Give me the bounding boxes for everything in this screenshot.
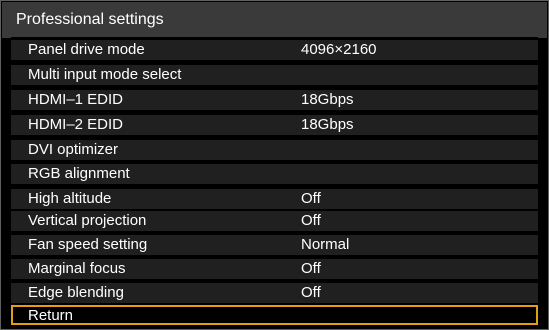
menu-item-rgb-alignment[interactable]: RGB alignment	[11, 164, 538, 184]
menu-item-label: RGB alignment	[28, 165, 130, 182]
menu-item-edge-blending[interactable]: Edge blending Off	[11, 283, 538, 303]
menu-item-fan-speed-setting[interactable]: Fan speed setting Normal	[11, 235, 538, 255]
menu-item-panel-drive-mode[interactable]: Panel drive mode 4096×2160	[11, 40, 538, 60]
menu-item-vertical-projection[interactable]: Vertical projection Off	[11, 211, 538, 231]
menu-item-value: Off	[301, 190, 321, 207]
menu-item-label: High altitude	[28, 190, 112, 207]
menu-item-value: 18Gbps	[301, 91, 354, 108]
menu-item-hdmi-1-edid[interactable]: HDMI–1 EDID 18Gbps	[11, 90, 538, 110]
menu-item-hdmi-2-edid[interactable]: HDMI–2 EDID 18Gbps	[11, 115, 538, 135]
menu-item-label: Marginal focus	[28, 260, 126, 277]
menu-item-label: Vertical projection	[28, 212, 147, 229]
menu-item-high-altitude[interactable]: High altitude Off	[11, 189, 538, 209]
menu-item-value: Normal	[301, 236, 350, 253]
menu-item-value: Off	[301, 212, 321, 229]
menu-item-value: Off	[301, 260, 321, 277]
menu-item-label: Fan speed setting	[28, 236, 148, 253]
return-label: Return	[28, 307, 74, 324]
menu-item-marginal-focus[interactable]: Marginal focus Off	[11, 259, 538, 279]
menu-item-label: Multi input mode select	[28, 66, 182, 83]
menu-title: Professional settings	[2, 2, 547, 38]
menu-item-value: 4096×2160	[301, 41, 377, 58]
menu-item-value: Off	[301, 284, 321, 301]
menu-item-label: Panel drive mode	[28, 41, 145, 58]
menu-item-label: HDMI–2 EDID	[28, 116, 124, 133]
menu-item-multi-input-mode-select[interactable]: Multi input mode select	[11, 65, 538, 85]
menu-item-label: Edge blending	[28, 284, 124, 301]
menu-item-dvi-optimizer[interactable]: DVI optimizer	[11, 140, 538, 160]
menu-item-value: 18Gbps	[301, 116, 354, 133]
menu-item-label: HDMI–1 EDID	[28, 91, 124, 108]
return-button[interactable]: Return	[11, 305, 538, 325]
menu-item-label: DVI optimizer	[28, 141, 119, 158]
